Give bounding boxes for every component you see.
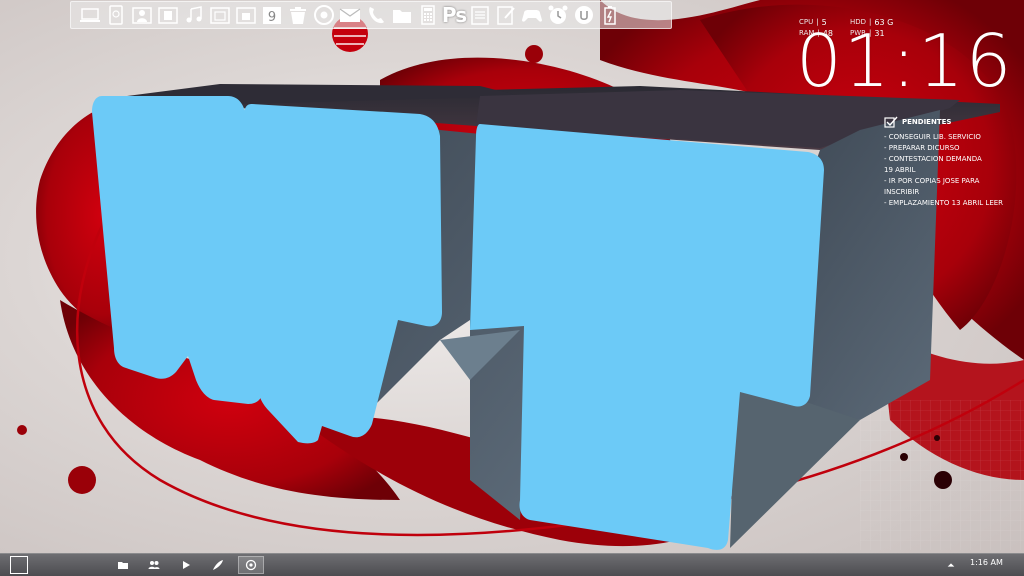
chrome-icon[interactable] xyxy=(313,4,335,26)
photoshop-icon[interactable]: Ps xyxy=(441,3,467,27)
start-button[interactable] xyxy=(10,556,28,574)
downloads-icon[interactable] xyxy=(235,4,257,26)
tasks-title: PENDIENTES xyxy=(902,118,952,126)
media-player-icon[interactable] xyxy=(178,556,194,574)
photoshop-label: Ps xyxy=(441,3,467,27)
tasks-header: PENDIENTES xyxy=(884,116,1020,128)
top-dock: 9 Ps xyxy=(70,1,672,29)
contacts-icon[interactable] xyxy=(146,556,162,574)
tasks-list: - CONSEGUIR LIB. SERVICIO - PREPARAR DIC… xyxy=(884,132,1020,209)
letter-r xyxy=(244,104,442,444)
desktop-clock: 01:16 xyxy=(796,19,1014,103)
documents-icon[interactable] xyxy=(157,4,179,26)
chrome-taskbar-icon[interactable] xyxy=(238,556,264,574)
task-item: - EMPLAZAMIENTO 13 ABRIL LEER xyxy=(884,199,1004,207)
feather-icon[interactable] xyxy=(210,556,226,574)
file-explorer-icon[interactable] xyxy=(115,556,131,574)
pictures-icon[interactable] xyxy=(209,4,231,26)
gamepad-icon[interactable] xyxy=(521,4,543,26)
notepad-icon[interactable] xyxy=(495,4,517,26)
battery-icon[interactable] xyxy=(599,4,621,26)
task-item: - IR POR COPIAS JOSE PARA INSCRIBIR xyxy=(884,177,980,196)
desktop: 9 Ps CPU | 5 RAM | 48 HDD | 63 G PWR | 3… xyxy=(0,0,1024,576)
user-folder-icon[interactable] xyxy=(131,4,153,26)
alarm-clock-icon[interactable] xyxy=(547,4,569,26)
tray-clock[interactable]: 1:16 AM xyxy=(970,558,1003,567)
calculator-icon[interactable] xyxy=(417,4,439,26)
mail-icon[interactable] xyxy=(339,4,361,26)
task-item: - PREPARAR DICURSO xyxy=(884,144,960,152)
utorrent-icon[interactable] xyxy=(573,4,595,26)
calendar-icon[interactable]: 9 xyxy=(261,4,283,26)
task-item: - CONSEGUIR LIB. SERVICIO xyxy=(884,133,981,141)
letter-a xyxy=(92,96,262,404)
tasks-widget: PENDIENTES - CONSEGUIR LIB. SERVICIO - P… xyxy=(884,116,1020,209)
svg-text:9: 9 xyxy=(268,10,276,25)
hard-drive-icon[interactable] xyxy=(105,4,127,26)
taskbar: 1:16 AM xyxy=(0,553,1024,576)
task-item: - CONTESTACION DEMANDA 19 ABRIL xyxy=(884,155,982,174)
tray-expand-icon[interactable] xyxy=(946,556,956,574)
checkbox-icon xyxy=(884,116,898,128)
word-icon[interactable] xyxy=(469,4,491,26)
computer-icon[interactable] xyxy=(79,4,101,26)
recycle-bin-icon[interactable] xyxy=(287,4,309,26)
folder-icon[interactable] xyxy=(391,4,413,26)
phone-icon[interactable] xyxy=(365,4,387,26)
music-icon[interactable] xyxy=(183,4,205,26)
